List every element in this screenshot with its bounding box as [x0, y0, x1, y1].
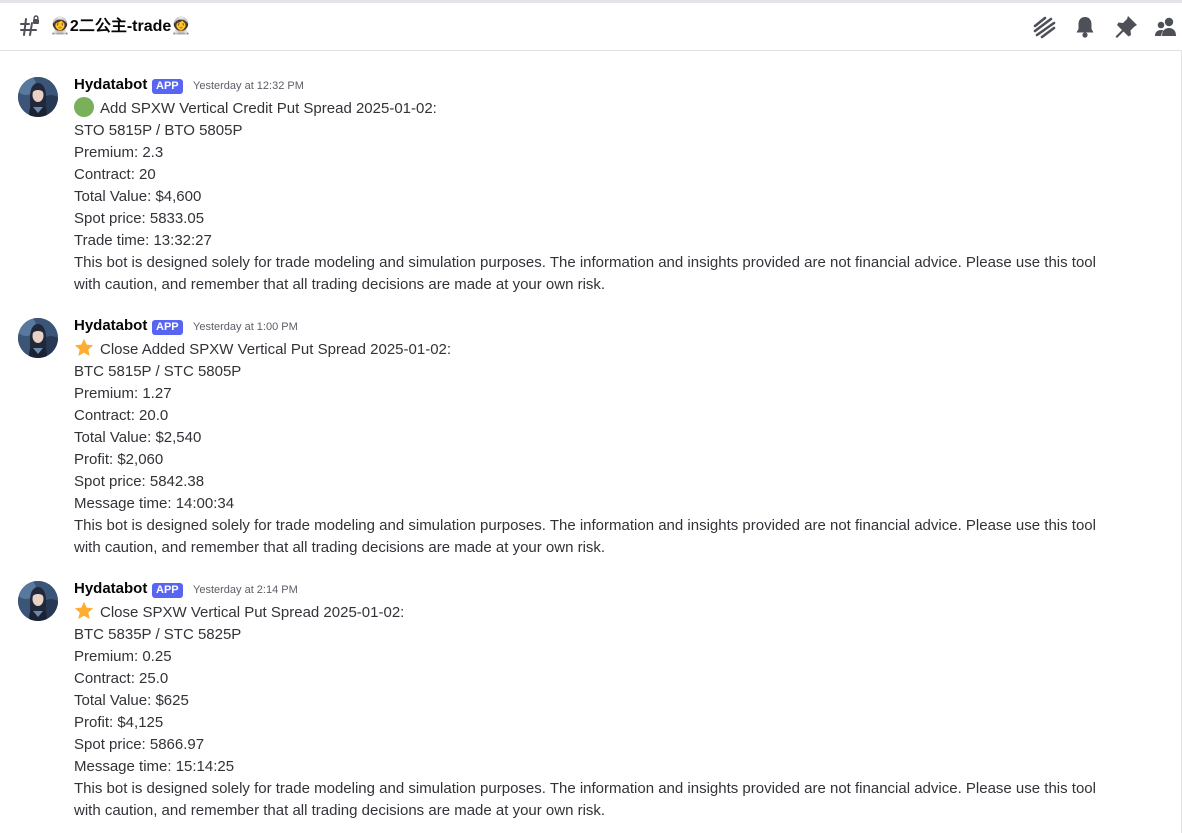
message-line: Profit: $2,060 — [74, 451, 164, 468]
message-title-line: Close SPXW Vertical Put Spread 2025-01-0… — [74, 601, 1104, 624]
timestamp[interactable]: Yesterday at 1:00 PM — [193, 320, 298, 335]
threads-icon[interactable] — [1032, 14, 1058, 40]
message-line: Contract: 25.0 — [74, 670, 169, 687]
message-line: Spot price: 5842.38 — [74, 473, 205, 490]
timestamp[interactable]: Yesterday at 12:32 PM — [193, 79, 304, 94]
timestamp[interactable]: Yesterday at 2:14 PM — [193, 583, 298, 598]
avatar[interactable] — [18, 77, 58, 117]
green-circle-icon — [74, 97, 94, 117]
avatar[interactable] — [18, 581, 58, 621]
message-line: Premium: 1.27 — [74, 385, 172, 402]
message-line: Total Value: $2,540 — [74, 429, 202, 446]
message-line: Total Value: $625 — [74, 692, 189, 709]
message-line: Spot price: 5833.05 — [74, 210, 205, 227]
message-line: Message time: 15:14:25 — [74, 758, 235, 775]
app-badge: APP — [152, 583, 183, 598]
message-line: Total Value: $4,600 — [74, 188, 202, 205]
member-list-icon[interactable] — [1153, 14, 1179, 40]
app-badge: APP — [152, 320, 183, 335]
disclaimer: This bot is designed solely for trade mo… — [74, 780, 1096, 819]
message-line: Contract: 20.0 — [74, 407, 169, 424]
message-title: Close SPXW Vertical Put Spread 2025-01-0… — [100, 604, 405, 621]
star-icon — [74, 601, 94, 619]
message-line: Spot price: 5866.97 — [74, 736, 205, 753]
channel-header: 👩‍🚀2二公主-trade👩‍🚀 — [0, 3, 1182, 51]
message-title: Close Added SPXW Vertical Put Spread 202… — [100, 341, 452, 358]
message-line: Contract: 20 — [74, 166, 156, 183]
message-line: Profit: $4,125 — [74, 714, 164, 731]
message-line: Message time: 14:00:34 — [74, 495, 235, 512]
channel-name: 👩‍🚀2二公主-trade👩‍🚀 — [50, 18, 192, 35]
message-line: STO 5815P / BTO 5805P — [74, 122, 243, 139]
message-title-line: Add SPXW Vertical Credit Put Spread 2025… — [74, 97, 1104, 120]
username[interactable]: Hydatabot — [74, 579, 147, 599]
username[interactable]: Hydatabot — [74, 75, 147, 95]
avatar[interactable] — [18, 318, 58, 358]
disclaimer: This bot is designed solely for trade mo… — [74, 254, 1096, 293]
text-channel-locked-icon — [20, 15, 39, 36]
pin-icon[interactable] — [1113, 14, 1139, 40]
message-line: BTC 5815P / STC 5805P — [74, 363, 242, 380]
disclaimer: This bot is designed solely for trade mo… — [74, 517, 1096, 556]
message-content: Close SPXW Vertical Put Spread 2025-01-0… — [74, 601, 1104, 822]
message-title: Add SPXW Vertical Credit Put Spread 2025… — [100, 100, 437, 117]
message-content: Close Added SPXW Vertical Put Spread 202… — [74, 338, 1104, 559]
message-line: Premium: 0.25 — [74, 648, 172, 665]
message-title-line: Close Added SPXW Vertical Put Spread 202… — [74, 338, 1104, 361]
app-badge: APP — [152, 79, 183, 94]
message-line: Premium: 2.3 — [74, 144, 164, 161]
username[interactable]: Hydatabot — [74, 316, 147, 336]
star-icon — [74, 338, 94, 356]
message-line: Trade time: 13:32:27 — [74, 232, 212, 249]
message-line: BTC 5835P / STC 5825P — [74, 626, 242, 643]
message-content: Add SPXW Vertical Credit Put Spread 2025… — [74, 97, 1104, 296]
notification-bell-icon[interactable] — [1072, 14, 1098, 40]
